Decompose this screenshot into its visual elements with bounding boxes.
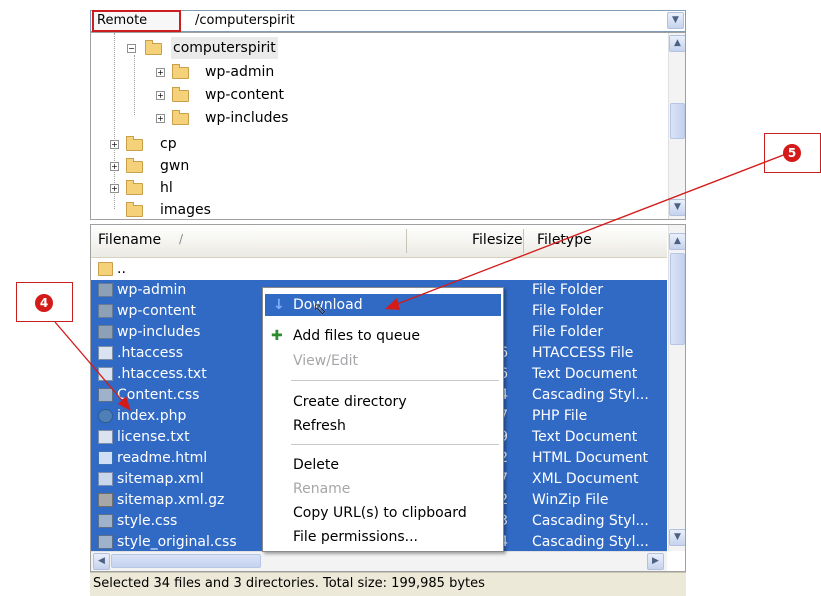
arrow-head-5 (385, 298, 400, 310)
arrow-line-4 (54, 321, 127, 406)
arrow-line-5 (391, 153, 787, 307)
callout-arrows (54, 153, 787, 411)
